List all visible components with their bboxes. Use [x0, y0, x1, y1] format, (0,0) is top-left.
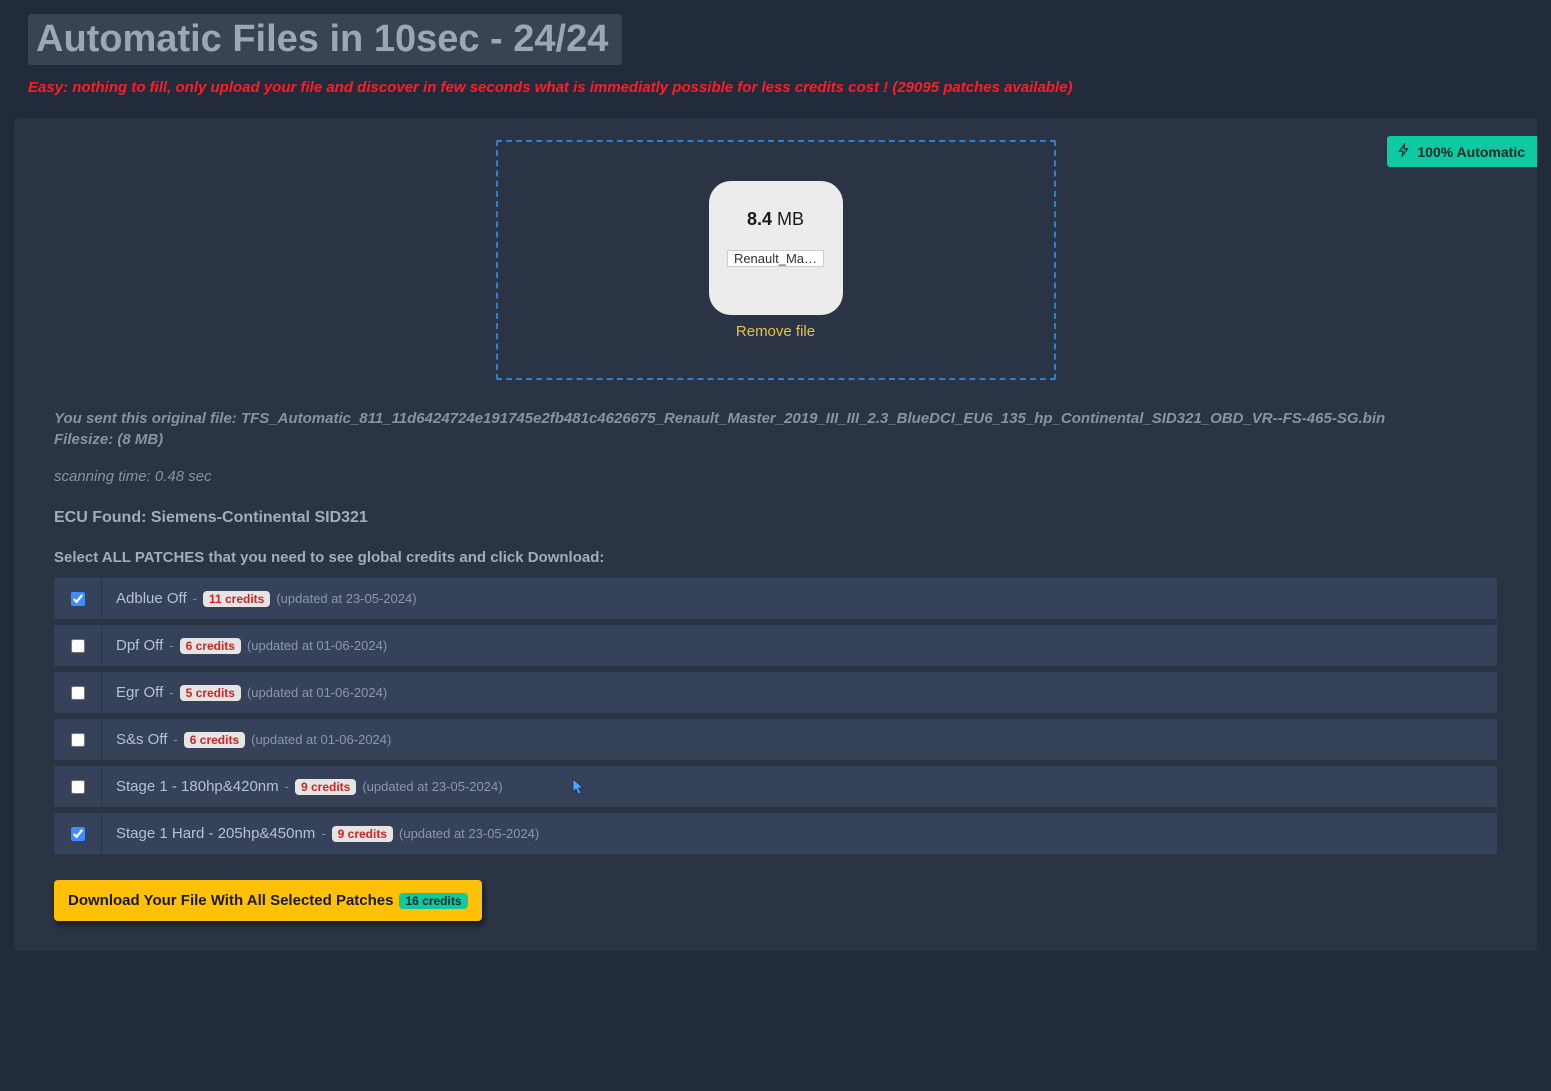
file-size: 8.4 MB: [747, 209, 804, 230]
patch-name: Dpf Off: [116, 637, 163, 654]
dash: -: [285, 779, 289, 794]
credit-badge: 9 credits: [295, 779, 356, 795]
patch-name: Stage 1 Hard - 205hp&450nm: [116, 825, 315, 842]
patch-checkbox[interactable]: [71, 639, 85, 653]
page-title: Automatic Files in 10sec - 24/24: [28, 14, 622, 65]
patch-name: S&s Off: [116, 731, 167, 748]
file-size-value: 8.4: [747, 209, 772, 229]
patch-list: Adblue Off - 11 credits (updated at 23-0…: [54, 578, 1497, 854]
patch-name: Egr Off: [116, 684, 163, 701]
ecu-found-line: ECU Found: Siemens-Continental SID321: [54, 509, 1497, 527]
patch-name: Adblue Off: [116, 590, 187, 607]
file-name: Renault_Ma…: [727, 250, 824, 267]
scan-time-line: scanning time: 0.48 sec: [54, 468, 1497, 485]
credit-badge: 6 credits: [184, 732, 245, 748]
patch-checkbox[interactable]: [71, 592, 85, 606]
patch-checkbox[interactable]: [71, 780, 85, 794]
dash: -: [169, 638, 173, 653]
automatic-badge-label: 100% Automatic: [1417, 144, 1525, 160]
credit-badge: 6 credits: [180, 638, 241, 654]
dash: -: [173, 732, 177, 747]
patch-row: Adblue Off - 11 credits (updated at 23-0…: [54, 578, 1497, 619]
patch-checkbox-cell: [54, 719, 102, 760]
sent-file-line: You sent this original file: TFS_Automat…: [54, 410, 1497, 427]
dash: -: [321, 826, 325, 841]
patch-row: Stage 1 Hard - 205hp&450nm - 9 credits (…: [54, 813, 1497, 854]
patch-checkbox[interactable]: [71, 733, 85, 747]
page-subtitle: Easy: nothing to fill, only upload your …: [28, 79, 1551, 96]
patch-body[interactable]: Egr Off - 5 credits (updated at 01-06-20…: [102, 672, 1497, 713]
download-button[interactable]: Download Your File With All Selected Pat…: [54, 880, 482, 921]
patch-row: Dpf Off - 6 credits (updated at 01-06-20…: [54, 625, 1497, 666]
patch-checkbox-cell: [54, 766, 102, 807]
patch-body[interactable]: Adblue Off - 11 credits (updated at 23-0…: [102, 578, 1497, 619]
patch-body[interactable]: Stage 1 Hard - 205hp&450nm - 9 credits (…: [102, 813, 1497, 854]
patch-row: Stage 1 - 180hp&420nm - 9 credits (updat…: [54, 766, 1497, 807]
dash: -: [169, 685, 173, 700]
flash-icon: [1397, 143, 1411, 160]
credit-badge: 5 credits: [180, 685, 241, 701]
file-size-unit: MB: [772, 209, 804, 229]
patch-checkbox-cell: [54, 578, 102, 619]
patch-updated: (updated at 01-06-2024): [247, 638, 387, 653]
patch-checkbox-cell: [54, 625, 102, 666]
uploaded-file-card: 8.4 MB Renault_Ma…: [709, 181, 843, 315]
patch-updated: (updated at 01-06-2024): [247, 685, 387, 700]
patch-checkbox-cell: [54, 672, 102, 713]
patch-name: Stage 1 - 180hp&420nm: [116, 778, 279, 795]
automatic-badge: 100% Automatic: [1387, 136, 1537, 167]
patch-updated: (updated at 23-05-2024): [276, 591, 416, 606]
patch-updated: (updated at 23-05-2024): [362, 779, 502, 794]
patch-body[interactable]: Dpf Off - 6 credits (updated at 01-06-20…: [102, 625, 1497, 666]
select-instruction: Select ALL PATCHES that you need to see …: [54, 549, 1497, 566]
patch-checkbox[interactable]: [71, 686, 85, 700]
download-credits-badge: 16 credits: [399, 893, 467, 909]
credit-badge: 11 credits: [203, 591, 270, 607]
patch-body[interactable]: Stage 1 - 180hp&420nm - 9 credits (updat…: [102, 766, 1497, 807]
credit-badge: 9 credits: [332, 826, 393, 842]
patch-body[interactable]: S&s Off - 6 credits (updated at 01-06-20…: [102, 719, 1497, 760]
filesize-line: Filesize: (8 MB): [54, 431, 1497, 448]
dash: -: [193, 591, 197, 606]
remove-file-link[interactable]: Remove file: [736, 323, 815, 340]
patch-checkbox[interactable]: [71, 827, 85, 841]
patch-row: Egr Off - 5 credits (updated at 01-06-20…: [54, 672, 1497, 713]
main-card: 100% Automatic 8.4 MB Renault_Ma… Remove…: [14, 118, 1537, 951]
patch-updated: (updated at 23-05-2024): [399, 826, 539, 841]
patch-checkbox-cell: [54, 813, 102, 854]
patch-updated: (updated at 01-06-2024): [251, 732, 391, 747]
patch-row: S&s Off - 6 credits (updated at 01-06-20…: [54, 719, 1497, 760]
upload-dropzone[interactable]: 8.4 MB Renault_Ma… Remove file: [496, 140, 1056, 380]
download-button-label: Download Your File With All Selected Pat…: [68, 892, 393, 909]
